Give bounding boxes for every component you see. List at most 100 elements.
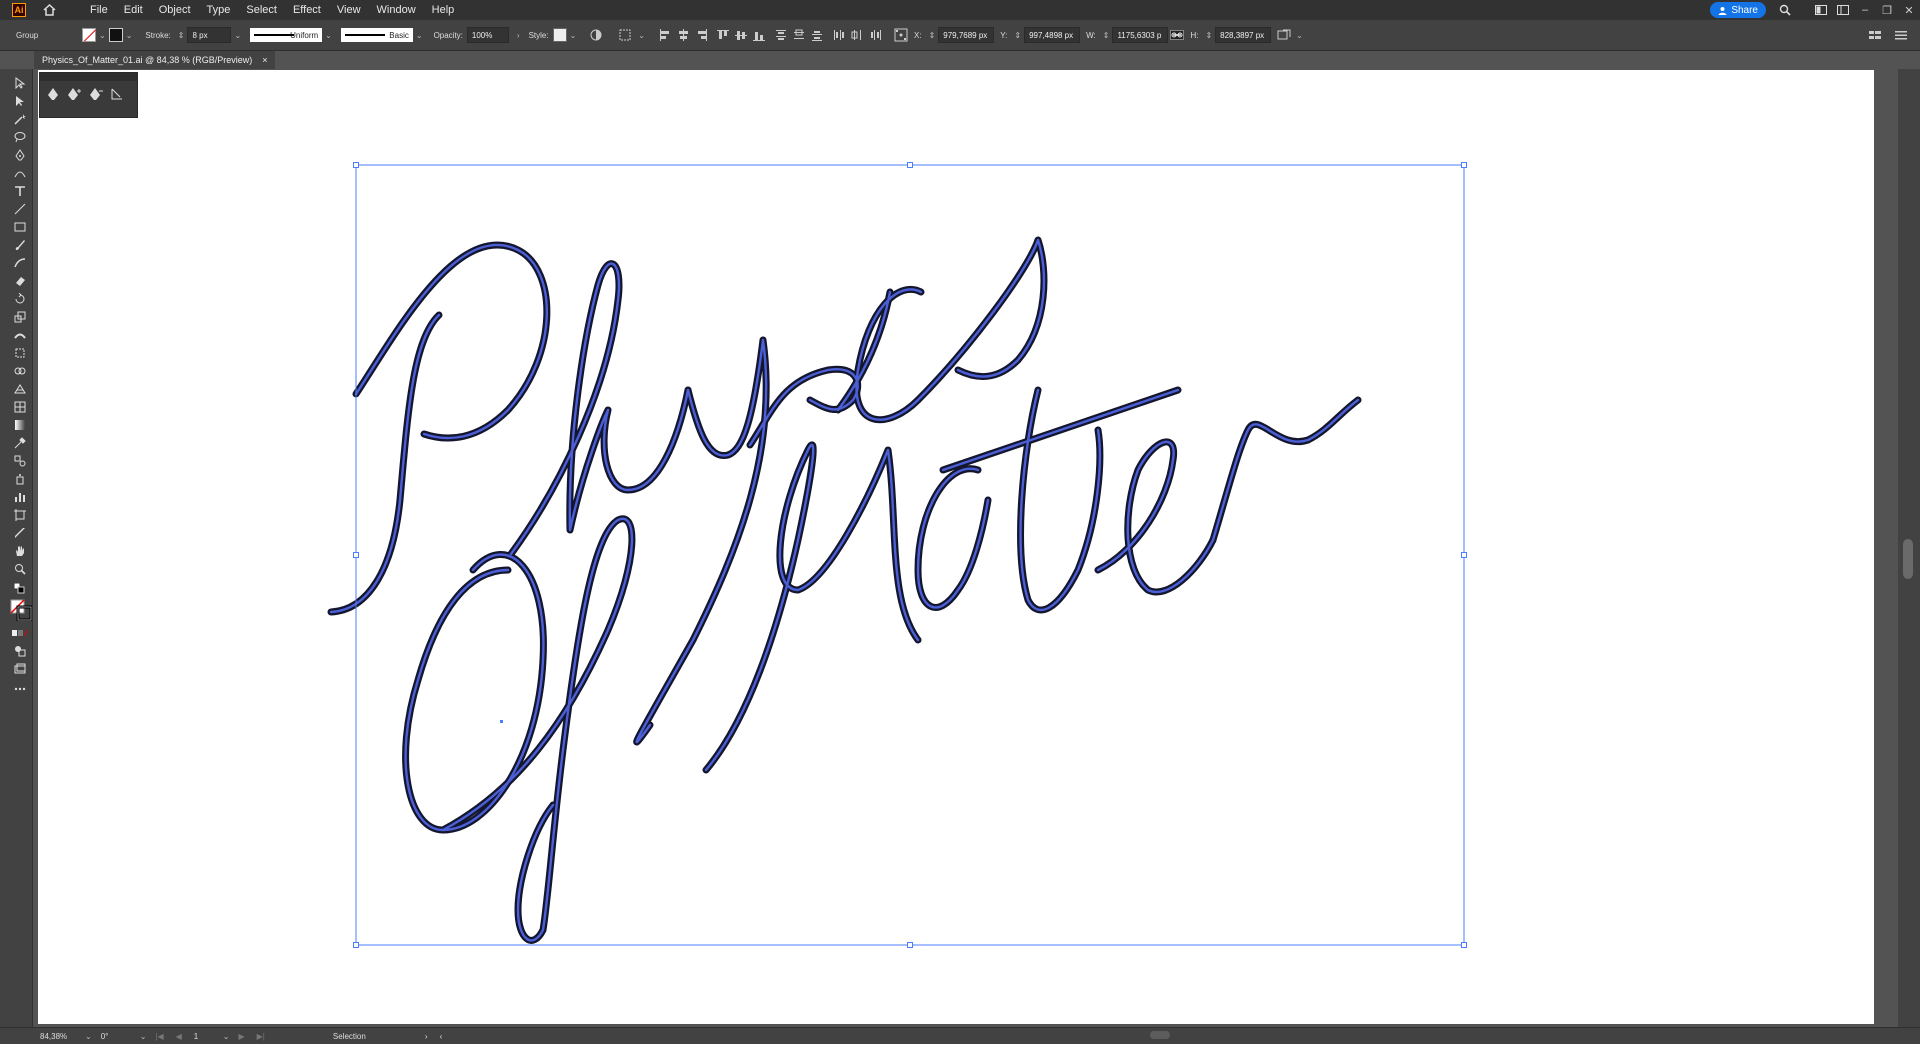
eraser-tool-icon[interactable] [12, 273, 28, 289]
align-left-icon[interactable] [658, 28, 672, 42]
home-icon[interactable] [42, 3, 56, 17]
scrollbar-thumb[interactable] [1903, 539, 1913, 579]
close-tab-icon[interactable]: × [262, 55, 267, 65]
mesh-tool-icon[interactable] [12, 399, 28, 415]
menu-file[interactable]: File [82, 0, 116, 20]
graphic-style-swatch[interactable] [552, 28, 567, 42]
align-right-icon[interactable] [694, 28, 708, 42]
horizontal-scrollbar-thumb[interactable] [1150, 1031, 1170, 1039]
x-field[interactable]: 979,7689 px [938, 27, 995, 43]
handle-bottom-center[interactable] [907, 942, 913, 948]
more-tools-icon[interactable] [12, 681, 28, 697]
stroke-swatch[interactable] [108, 28, 123, 42]
slice-tool-icon[interactable] [12, 525, 28, 541]
chevron-down-icon[interactable]: ⌄ [99, 31, 106, 40]
scroll-left-icon[interactable]: ‹ [434, 1032, 449, 1041]
chevron-down-icon[interactable]: ⌄ [126, 31, 133, 40]
pen-tool-icon[interactable] [46, 87, 60, 104]
previous-artboard-icon[interactable]: ◀ [170, 1032, 188, 1041]
blend-tool-icon[interactable] [12, 453, 28, 469]
chevron-down-icon[interactable]: ⌄ [140, 1032, 147, 1041]
artboard-canvas[interactable] [38, 70, 1874, 1024]
width-tool-icon[interactable] [12, 327, 28, 343]
eyedropper-tool-icon[interactable] [12, 435, 28, 451]
handle-bottom-left[interactable] [353, 942, 359, 948]
align-top-icon[interactable] [716, 28, 730, 42]
stepper-icon[interactable]: ⇕ [178, 31, 185, 40]
document-tab[interactable]: Physics_Of_Matter_01.ai @ 84,38 % (RGB/P… [34, 51, 276, 69]
zoom-tool-icon[interactable] [12, 561, 28, 577]
distribute-left-icon[interactable] [832, 28, 846, 42]
handle-top-left[interactable] [353, 162, 359, 168]
next-artboard-icon[interactable]: ▶ [233, 1032, 251, 1041]
zoom-level[interactable]: 84,38% [34, 1032, 82, 1041]
menu-effect[interactable]: Effect [285, 0, 329, 20]
default-colors-icon[interactable] [12, 581, 28, 597]
share-button[interactable]: Share [1710, 2, 1766, 18]
last-artboard-icon[interactable]: ▶| [251, 1032, 271, 1041]
chevron-down-icon[interactable]: ⌄ [1296, 31, 1303, 40]
arrange-documents-icon[interactable] [1810, 0, 1832, 20]
vertical-scrollbar[interactable] [1898, 69, 1920, 1027]
chevron-down-icon[interactable]: ⌄ [223, 1032, 230, 1041]
constrain-proportions-icon[interactable] [1170, 28, 1185, 42]
delete-anchor-point-icon[interactable] [88, 87, 104, 104]
search-icon[interactable] [1774, 0, 1796, 20]
variable-width-profile[interactable]: Uniform [250, 28, 323, 42]
flyout-header[interactable] [40, 73, 137, 81]
paintbrush-tool-icon[interactable] [12, 237, 28, 253]
menu-type[interactable]: Type [199, 0, 239, 20]
column-graph-tool-icon[interactable] [12, 489, 28, 505]
recolor-artwork-icon[interactable] [589, 28, 603, 42]
reference-point-icon[interactable] [894, 28, 908, 42]
handle-top-right[interactable] [1461, 162, 1467, 168]
chevron-down-icon[interactable]: ⌄ [416, 31, 423, 40]
status-menu-icon[interactable]: › [419, 1032, 434, 1041]
artboard-tool-icon[interactable] [12, 507, 28, 523]
gradient-tool-icon[interactable] [12, 417, 28, 433]
handle-middle-right[interactable] [1461, 552, 1467, 558]
stroke-weight-field[interactable]: 8 px [187, 27, 232, 43]
align-to-icon[interactable] [619, 28, 633, 42]
align-middle-icon[interactable] [734, 28, 748, 42]
pen-tool-icon[interactable] [12, 147, 28, 163]
first-artboard-icon[interactable]: |◀ [149, 1032, 169, 1041]
distribute-top-icon[interactable] [774, 28, 788, 42]
fill-swatch[interactable] [82, 28, 96, 42]
chevron-down-icon[interactable]: ⌄ [234, 31, 241, 40]
menu-help[interactable]: Help [424, 0, 463, 20]
stepper-icon[interactable]: ⇕ [1205, 31, 1212, 40]
lasso-tool-icon[interactable] [12, 129, 28, 145]
color-mode-icon[interactable] [12, 625, 28, 641]
rotation-value[interactable]: 0° [95, 1032, 137, 1041]
perspective-grid-tool-icon[interactable] [12, 381, 28, 397]
shaper-tool-icon[interactable] [12, 255, 28, 271]
scale-tool-icon[interactable] [12, 309, 28, 325]
stepper-icon[interactable]: ⇕ [1103, 31, 1110, 40]
stepper-icon[interactable]: ⇕ [1014, 31, 1021, 40]
artboard-number[interactable]: 1 [188, 1032, 220, 1041]
distribute-vcenter-icon[interactable] [792, 28, 806, 42]
chevron-right-icon[interactable]: › [517, 31, 520, 40]
panel-toggle-icon[interactable] [1868, 28, 1882, 42]
fill-stroke-indicator[interactable] [10, 599, 32, 621]
shape-builder-tool-icon[interactable] [12, 363, 28, 379]
curvature-tool-icon[interactable] [12, 165, 28, 181]
restore-icon[interactable]: ❐ [1876, 0, 1898, 20]
magic-wand-tool-icon[interactable] [12, 111, 28, 127]
align-bottom-icon[interactable] [752, 28, 766, 42]
add-anchor-point-icon[interactable] [66, 87, 82, 104]
brush-definition[interactable]: Basic [340, 28, 413, 42]
distribute-hcenter-icon[interactable] [850, 28, 864, 42]
distribute-bottom-icon[interactable] [810, 28, 824, 42]
w-field[interactable]: 1175,6303 p [1112, 27, 1169, 43]
symbol-sprayer-tool-icon[interactable] [12, 471, 28, 487]
handle-top-center[interactable] [907, 162, 913, 168]
menu-edit[interactable]: Edit [116, 0, 151, 20]
menu-window[interactable]: Window [369, 0, 424, 20]
draw-mode-icon[interactable] [12, 643, 28, 659]
opacity-field[interactable]: 100% [466, 27, 509, 43]
chevron-down-icon[interactable]: ⌄ [638, 31, 645, 40]
handle-bottom-right[interactable] [1461, 942, 1467, 948]
handle-middle-left[interactable] [353, 552, 359, 558]
